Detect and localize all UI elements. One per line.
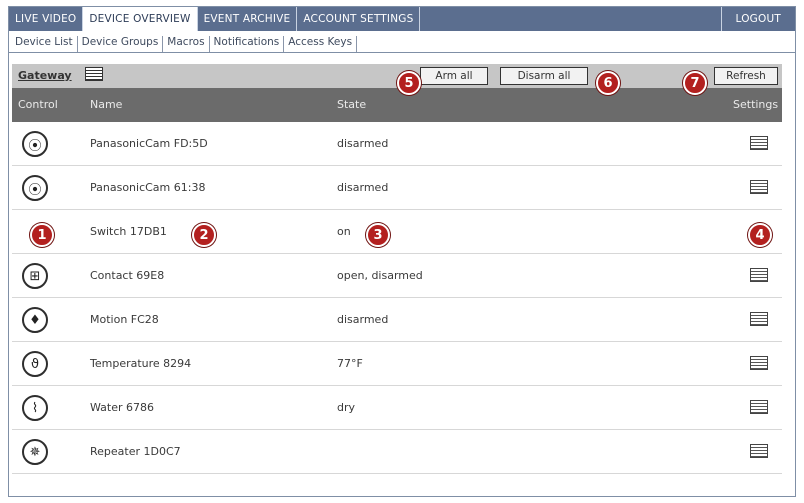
device-settings-icon[interactable] <box>750 180 768 194</box>
sub-nav-bar: Device List Device Groups Macros Notific… <box>9 31 795 53</box>
device-name: Temperature 8294 <box>90 357 192 370</box>
tab-live-video[interactable]: LIVE VIDEO <box>9 7 84 31</box>
device-settings-icon[interactable] <box>750 136 768 150</box>
header-name: Name <box>90 98 123 111</box>
tab-account-settings[interactable]: ACCOUNT SETTINGS <box>297 7 421 31</box>
top-nav-bar: LIVE VIDEO DEVICE OVERVIEW EVENT ARCHIVE… <box>9 7 795 31</box>
table-row: ⌇ Water 6786 dry <box>12 386 782 430</box>
subtab-macros[interactable]: Macros <box>163 36 210 52</box>
device-state: disarmed <box>337 313 389 326</box>
callout-badge: 5 <box>397 71 421 95</box>
camera-icon[interactable]: ⦿ <box>22 175 48 201</box>
header-state: State <box>337 98 367 111</box>
callout-badge: 7 <box>683 71 707 95</box>
device-state: on <box>337 225 351 238</box>
device-settings-icon[interactable] <box>750 312 768 326</box>
device-settings-icon[interactable] <box>750 356 768 370</box>
table-row: ✵ Repeater 1D0C7 <box>12 430 782 474</box>
arm-all-button[interactable]: Arm all <box>420 67 488 85</box>
table-row: ⦿ PanasonicCam 61:38 disarmed <box>12 166 782 210</box>
header-settings: Settings <box>733 98 779 111</box>
gateway-settings-icon[interactable] <box>85 67 103 81</box>
header-control: Control <box>18 98 58 111</box>
device-name: Contact 69E8 <box>90 269 165 282</box>
refresh-button[interactable]: Refresh <box>714 67 778 85</box>
subtab-device-groups[interactable]: Device Groups <box>78 36 164 52</box>
table-row: ⊞ Contact 69E8 open, disarmed <box>12 254 782 298</box>
table-row: Switch 17DB1 on <box>12 210 782 254</box>
subtab-access-keys[interactable]: Access Keys <box>284 36 358 52</box>
gateway-link[interactable]: Gateway <box>18 69 72 82</box>
camera-icon[interactable]: ⦿ <box>22 131 48 157</box>
device-state: disarmed <box>337 137 389 150</box>
callout-badge: 4 <box>748 223 772 247</box>
callout-badge: 2 <box>192 223 216 247</box>
tab-device-overview[interactable]: DEVICE OVERVIEW <box>83 7 198 31</box>
repeater-icon[interactable]: ✵ <box>22 439 48 465</box>
temperature-sensor-icon[interactable]: ϑ <box>22 351 48 377</box>
device-state: 77°F <box>337 357 363 370</box>
callout-badge: 6 <box>596 71 620 95</box>
device-settings-icon[interactable] <box>750 400 768 414</box>
device-name: Switch 17DB1 <box>90 225 167 238</box>
contact-sensor-icon[interactable]: ⊞ <box>22 263 48 289</box>
table-header: Control Name State Settings <box>12 88 782 122</box>
table-row: ⦿ PanasonicCam FD:5D disarmed <box>12 122 782 166</box>
device-settings-icon[interactable] <box>750 268 768 282</box>
device-state: dry <box>337 401 356 414</box>
disarm-all-button[interactable]: Disarm all <box>500 67 588 85</box>
device-name: Repeater 1D0C7 <box>90 445 181 458</box>
callout-badge: 1 <box>30 223 54 247</box>
table-row: ♦ Motion FC28 disarmed <box>12 298 782 342</box>
tab-event-archive[interactable]: EVENT ARCHIVE <box>198 7 298 31</box>
subtab-device-list[interactable]: Device List <box>15 36 78 52</box>
device-name: PanasonicCam 61:38 <box>90 181 206 194</box>
subtab-notifications[interactable]: Notifications <box>210 36 285 52</box>
water-sensor-icon[interactable]: ⌇ <box>22 395 48 421</box>
device-state: open, disarmed <box>337 269 423 282</box>
table-row: ϑ Temperature 8294 77°F <box>12 342 782 386</box>
device-name: PanasonicCam FD:5D <box>90 137 208 150</box>
top-nav-spacer <box>420 7 720 31</box>
logout-button[interactable]: LOGOUT <box>720 7 795 31</box>
motion-sensor-icon[interactable]: ♦ <box>22 307 48 333</box>
device-name: Water 6786 <box>90 401 155 414</box>
device-state: disarmed <box>337 181 389 194</box>
device-settings-icon[interactable] <box>750 444 768 458</box>
device-name: Motion FC28 <box>90 313 159 326</box>
callout-badge: 3 <box>366 223 390 247</box>
